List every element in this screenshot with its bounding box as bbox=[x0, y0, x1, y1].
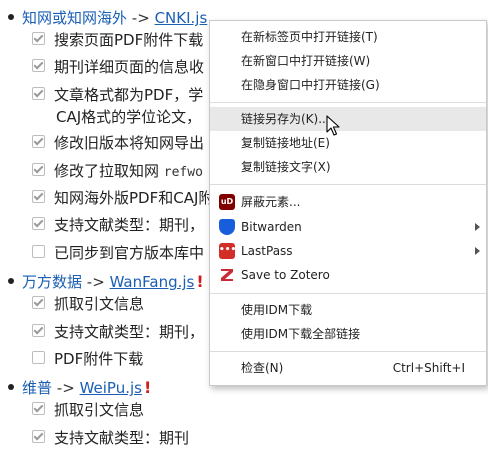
menu-item-idm-download-all[interactable]: 使用IDM下载全部链接 bbox=[210, 322, 486, 346]
arrow-text: -> bbox=[86, 273, 105, 291]
bullet-icon bbox=[8, 277, 14, 284]
checkbox[interactable] bbox=[32, 245, 45, 258]
item-text: 支持文献类型：期刊， bbox=[54, 323, 205, 341]
menu-item-inspect[interactable]: 检查(N) Ctrl+Shift+I bbox=[210, 356, 486, 380]
item-text: 修改旧版本将知网导出 bbox=[54, 134, 205, 152]
arrow-text: -> bbox=[56, 379, 75, 397]
menu-item-label: 使用IDM下载 bbox=[241, 303, 313, 317]
section-wanfang-heading: 万方数据 -> WanFang.js! bbox=[8, 271, 204, 293]
section-cnki-heading: 知网或知网海外 -> CNKI.js bbox=[8, 7, 207, 29]
warning-icon: ! bbox=[196, 272, 204, 291]
checkbox[interactable] bbox=[32, 135, 45, 148]
warning-icon: ! bbox=[143, 378, 152, 397]
menu-item-label: 链接另存为(K)... bbox=[241, 112, 330, 126]
menu-item-label: 使用IDM下载全部链接 bbox=[241, 327, 361, 341]
inline-code: refwo bbox=[163, 165, 203, 180]
checkbox[interactable] bbox=[32, 190, 45, 203]
menu-item-label: Bitwarden bbox=[241, 220, 302, 234]
item-text: 抓取引文信息 bbox=[54, 295, 145, 313]
item-text: 期刊详细页面的信息收 bbox=[54, 58, 205, 76]
list-item: 抓取引文信息 bbox=[32, 398, 144, 422]
list-item: 修改旧版本将知网导出 bbox=[32, 131, 204, 155]
mouse-pointer-icon bbox=[326, 115, 340, 136]
wanfang-script-link[interactable]: WanFang.js bbox=[110, 273, 195, 291]
checkbox[interactable] bbox=[32, 87, 45, 100]
item-continuation: CAJ格式的学位论文， bbox=[56, 108, 202, 126]
menu-item-block-element[interactable]: uD 屏蔽元素... bbox=[210, 190, 486, 214]
menu-item-lastpass[interactable]: ••• LastPass bbox=[210, 239, 486, 263]
menu-item-label: 检查(N) bbox=[241, 361, 284, 375]
menu-item-label: 在新标签页中打开链接(T) bbox=[241, 30, 378, 44]
list-item: 已同步到官方版本库中 bbox=[32, 241, 204, 265]
menu-item-shortcut: Ctrl+Shift+I bbox=[392, 361, 465, 375]
item-text: 文章格式都为PDF，学 bbox=[54, 86, 204, 104]
menu-separator bbox=[210, 293, 486, 294]
item-text: 修改了拉取知网 bbox=[54, 162, 164, 180]
menu-item-label: 复制链接地址(E) bbox=[241, 136, 330, 150]
checkbox[interactable] bbox=[32, 59, 45, 72]
weipu-script-link[interactable]: WeiPu.js bbox=[80, 379, 142, 397]
item-text: 抓取引文信息 bbox=[54, 401, 145, 419]
menu-item-open-new-tab[interactable]: 在新标签页中打开链接(T) bbox=[210, 25, 486, 49]
item-text: 搜索页面PDF附件下载 bbox=[54, 31, 204, 49]
menu-item-open-incognito[interactable]: 在隐身窗口中打开链接(G) bbox=[210, 73, 486, 97]
menu-separator bbox=[210, 102, 486, 103]
menu-item-label: 在隐身窗口中打开链接(G) bbox=[241, 78, 380, 92]
checkbox[interactable] bbox=[32, 32, 45, 45]
menu-item-label: LastPass bbox=[241, 244, 293, 258]
menu-item-label: 复制链接文字(X) bbox=[241, 160, 331, 174]
list-item: 搜索页面PDF附件下载 bbox=[32, 28, 203, 52]
zotero-icon bbox=[221, 269, 233, 281]
cnki-script-link[interactable]: CNKI.js bbox=[155, 9, 208, 27]
checkbox[interactable] bbox=[32, 217, 45, 230]
menu-item-label: Save to Zotero bbox=[241, 268, 330, 282]
ublock-origin-icon: uD bbox=[219, 194, 235, 210]
context-menu: 在新标签页中打开链接(T) 在新窗口中打开链接(W) 在隐身窗口中打开链接(G)… bbox=[209, 20, 487, 386]
bullet-icon bbox=[8, 13, 14, 20]
site-name: 知网或知网海外 bbox=[22, 9, 128, 27]
lastpass-icon: ••• bbox=[219, 243, 236, 259]
menu-item-save-link-as[interactable]: 链接另存为(K)... bbox=[210, 107, 486, 131]
list-item: 文章格式都为PDF，学 bbox=[32, 83, 203, 107]
menu-item-bitwarden[interactable]: Bitwarden bbox=[210, 215, 486, 239]
item-text: 支持文献类型：期刊， bbox=[54, 216, 205, 234]
list-item: 期刊详细页面的信息收 bbox=[32, 55, 204, 79]
checkbox[interactable] bbox=[32, 402, 45, 415]
menu-item-copy-link-address[interactable]: 复制链接地址(E) bbox=[210, 131, 486, 155]
submenu-arrow-icon bbox=[475, 247, 480, 255]
item-text: PDF附件下载 bbox=[54, 350, 144, 368]
menu-item-open-new-window[interactable]: 在新窗口中打开链接(W) bbox=[210, 49, 486, 73]
menu-separator bbox=[210, 351, 486, 352]
list-item: PDF附件下载 bbox=[32, 347, 143, 371]
bitwarden-shield-icon bbox=[219, 219, 235, 235]
bullet-icon bbox=[8, 383, 14, 390]
list-item: 支持文献类型：期刊， bbox=[32, 213, 204, 237]
checkbox[interactable] bbox=[32, 324, 45, 337]
menu-separator bbox=[210, 184, 486, 185]
menu-item-copy-link-text[interactable]: 复制链接文字(X) bbox=[210, 155, 486, 179]
menu-item-label: 屏蔽元素... bbox=[241, 195, 301, 209]
arrow-text: -> bbox=[131, 9, 150, 27]
list-item: 抓取引文信息 bbox=[32, 292, 144, 316]
menu-item-label: 在新窗口中打开链接(W) bbox=[241, 54, 371, 68]
item-text: 支持文献类型：期刊 bbox=[54, 429, 190, 447]
site-name: 万方数据 bbox=[22, 273, 83, 291]
checkbox[interactable] bbox=[32, 430, 45, 443]
checkbox[interactable] bbox=[32, 163, 45, 176]
list-item: 知网海外版PDF和CAJ附 bbox=[32, 186, 213, 210]
menu-item-idm-download[interactable]: 使用IDM下载 bbox=[210, 298, 486, 322]
site-name: 维普 bbox=[22, 379, 53, 397]
section-weipu-heading: 维普 -> WeiPu.js! bbox=[8, 377, 151, 399]
list-item: 支持文献类型：期刊 bbox=[32, 426, 189, 450]
list-item: 支持文献类型：期刊， bbox=[32, 320, 204, 344]
item-text: 知网海外版PDF和CAJ附 bbox=[54, 189, 214, 207]
submenu-arrow-icon bbox=[475, 223, 480, 231]
list-item: 修改了拉取知网 refwo bbox=[32, 159, 203, 183]
checkbox[interactable] bbox=[32, 351, 45, 364]
item-text: 已同步到官方版本库中 bbox=[54, 244, 205, 262]
checkbox[interactable] bbox=[32, 296, 45, 309]
menu-item-save-to-zotero[interactable]: Save to Zotero bbox=[210, 263, 486, 287]
